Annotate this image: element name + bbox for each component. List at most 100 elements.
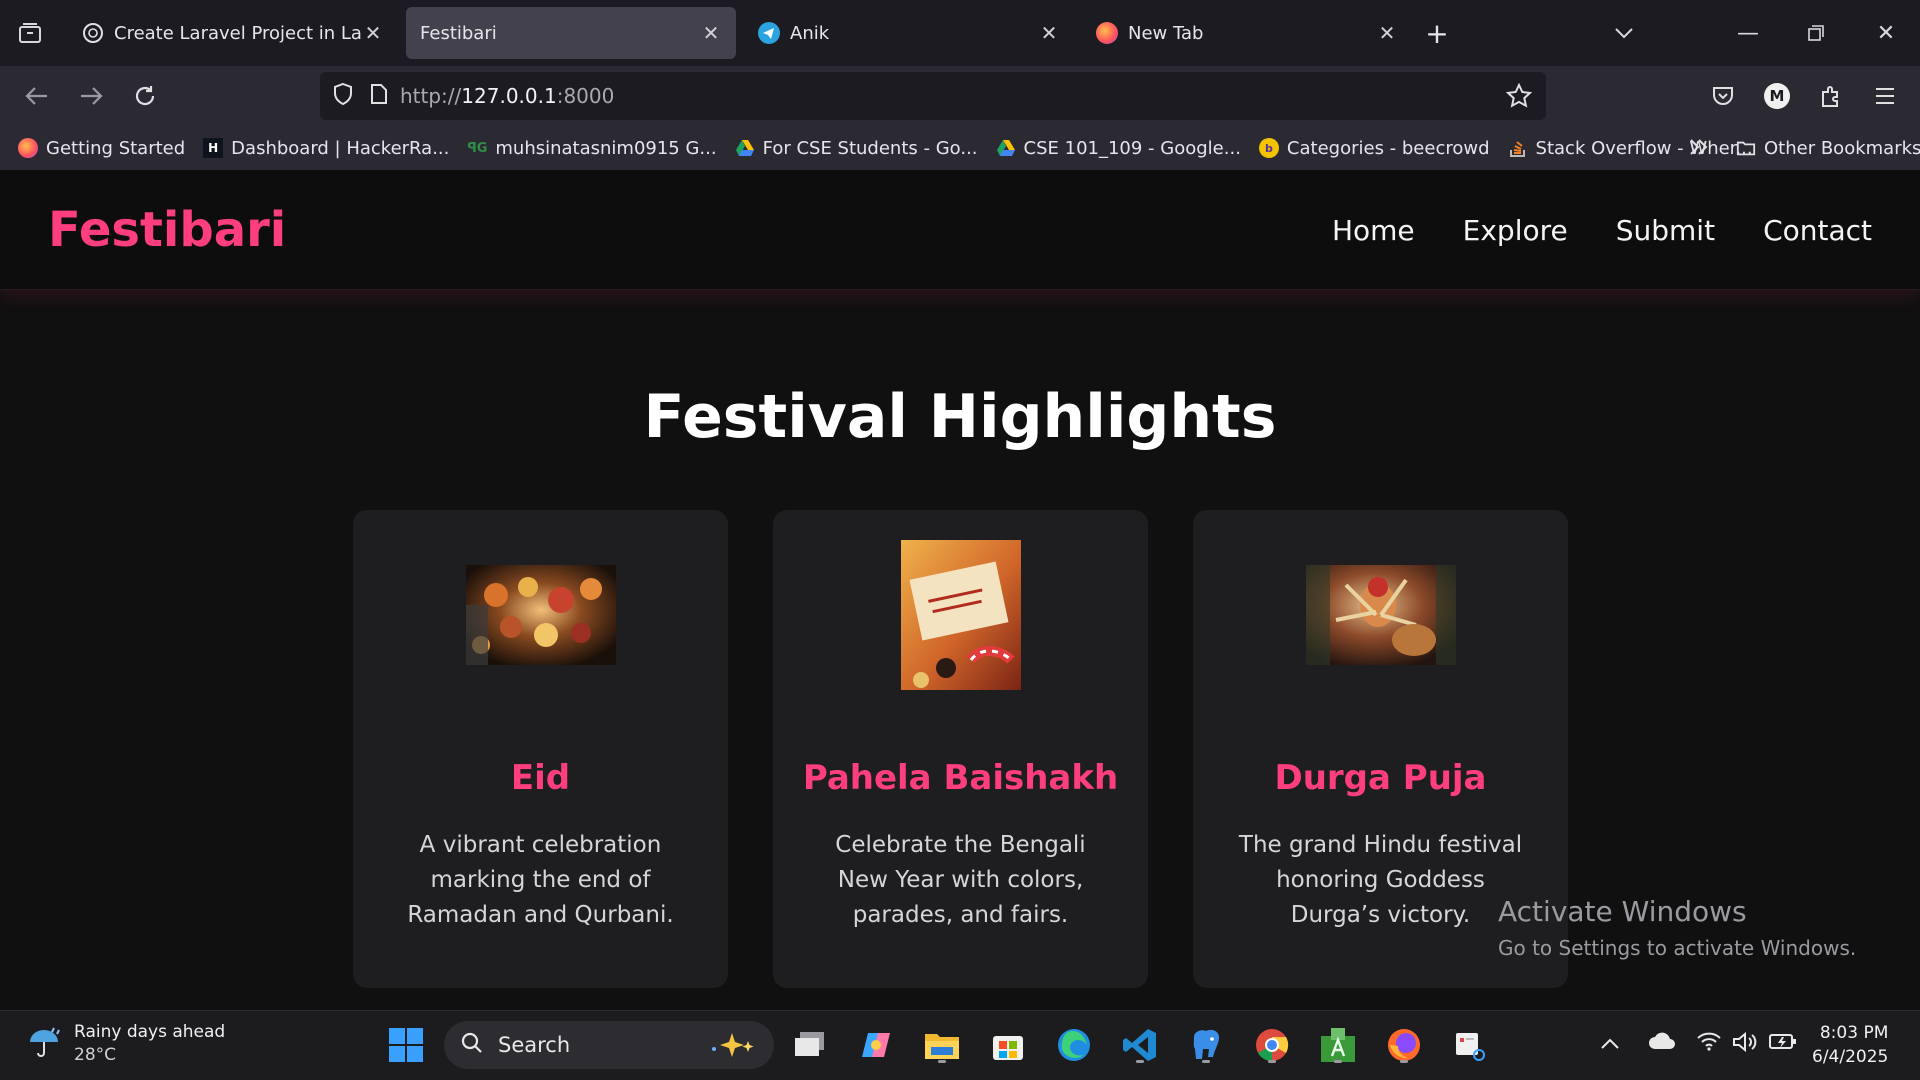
bookmark-cse-101[interactable]: CSE 101_109 - Google...: [996, 138, 1241, 159]
running-indicator: [1136, 1060, 1144, 1063]
bookmark-label: Dashboard | HackerRa...: [231, 137, 450, 159]
more-bookmarks-chevron-icon[interactable]: [1688, 136, 1710, 163]
running-indicator: [1202, 1060, 1210, 1063]
bookmark-for-cse-students[interactable]: For CSE Students - Go...: [735, 138, 978, 159]
hamburger-menu-icon[interactable]: [1858, 66, 1912, 126]
extensions-puzzle-icon[interactable]: [1804, 66, 1858, 126]
edge-icon[interactable]: [1052, 1023, 1096, 1067]
tab-title: Festibari: [420, 22, 497, 44]
tab-title: New Tab: [1128, 22, 1204, 44]
url-bar[interactable]: http://127.0.0.1:8000: [320, 72, 1546, 120]
gfg-icon: ꟼG: [467, 140, 488, 156]
pahela-baishakh-image: [773, 540, 1148, 690]
postgresql-elephant-icon[interactable]: [1184, 1023, 1228, 1067]
tab-create-laravel-project[interactable]: Create Laravel Project in Larago ✕: [68, 7, 398, 59]
new-tab-button[interactable]: +: [1412, 8, 1462, 58]
restore-icon[interactable]: [1782, 0, 1850, 66]
bookmark-gfg[interactable]: ꟼG muhsinatasnim0915 G...: [467, 138, 716, 159]
copilot-icon[interactable]: [854, 1023, 898, 1067]
show-hidden-icons-chevron[interactable]: [1600, 1031, 1620, 1055]
bookmark-star-icon[interactable]: [1505, 82, 1533, 113]
url-host: 127.0.0.1: [461, 84, 557, 108]
url-port: :8000: [556, 84, 615, 108]
chrome-icon[interactable]: [1250, 1023, 1294, 1067]
url-text[interactable]: http://127.0.0.1:8000: [400, 84, 614, 108]
bookmark-label: Stack Overflow - Wher...: [1535, 137, 1753, 159]
festival-card-eid[interactable]: Eid A vibrant celebration marking the en…: [353, 510, 728, 988]
file-explorer-icon[interactable]: [920, 1023, 964, 1067]
tab-festibari[interactable]: Festibari ✕: [406, 7, 736, 59]
web-page: Festibari Home Explore Submit Contact Fe…: [0, 170, 1920, 1010]
tab-anik[interactable]: Anik ✕: [744, 7, 1074, 59]
list-all-tabs-icon[interactable]: [1590, 0, 1658, 66]
wifi-icon[interactable]: [1696, 1031, 1722, 1056]
nav-link-home[interactable]: Home: [1332, 214, 1415, 247]
windows-start-icon[interactable]: [384, 1023, 428, 1067]
bookmark-stack-overflow[interactable]: Stack Overflow - Wher...: [1508, 138, 1753, 159]
site-logo[interactable]: Festibari: [48, 202, 286, 258]
bookmarks-toolbar: Getting Started H Dashboard | HackerRa..…: [0, 126, 1920, 170]
running-indicator: [1400, 1060, 1408, 1063]
close-tab-icon[interactable]: ✕: [700, 21, 722, 45]
card-description: The grand Hindu festival honoring Goddes…: [1238, 832, 1523, 928]
eid-image: [353, 540, 728, 690]
taskbar-search[interactable]: Search: [444, 1021, 774, 1069]
site-nav: Home Explore Submit Contact: [1284, 214, 1872, 247]
laragon-icon[interactable]: [1316, 1023, 1360, 1067]
close-tab-icon[interactable]: ✕: [362, 21, 384, 45]
umbrella-rain-icon: [26, 1024, 62, 1064]
nav-link-submit[interactable]: Submit: [1616, 214, 1715, 247]
search-icon: [460, 1031, 484, 1060]
weather-title: Rainy days ahead: [74, 1022, 226, 1042]
running-indicator: [1268, 1060, 1276, 1063]
url-prefix: http://: [400, 84, 462, 108]
activate-windows-watermark: Activate Windows Go to Settings to activ…: [1498, 895, 1856, 960]
task-view-icon[interactable]: [788, 1023, 832, 1067]
page-info-icon[interactable]: [370, 83, 388, 109]
tracking-protection-shield-icon[interactable]: [332, 82, 354, 110]
other-bookmarks-folder[interactable]: Other Bookmarks: [1736, 138, 1920, 159]
volume-icon[interactable]: [1732, 1031, 1758, 1058]
bookmark-getting-started[interactable]: Getting Started: [18, 138, 185, 159]
battery-charging-icon[interactable]: [1768, 1031, 1798, 1056]
pocket-icon[interactable]: [1696, 66, 1750, 126]
tab-title: Create Laravel Project in Larago: [114, 22, 362, 44]
minimize-icon[interactable]: —: [1714, 0, 1782, 66]
folder-icon: [1736, 138, 1756, 158]
durga-puja-image: [1193, 540, 1568, 690]
back-arrow-icon[interactable]: [10, 66, 64, 126]
snipping-tool-icon[interactable]: [1448, 1023, 1492, 1067]
bookmark-label: Categories - beecrowd: [1286, 137, 1490, 159]
bookmark-label: For CSE Students - Go...: [762, 137, 978, 159]
nav-link-explore[interactable]: Explore: [1463, 214, 1568, 247]
nav-link-contact[interactable]: Contact: [1763, 214, 1872, 247]
tab-list-icon[interactable]: [0, 0, 60, 66]
weather-widget[interactable]: Rainy days ahead 28°C: [26, 1021, 225, 1067]
close-window-icon[interactable]: ✕: [1852, 0, 1920, 66]
vscode-icon[interactable]: [1118, 1023, 1162, 1067]
bookmark-label: muhsinatasnim0915 G...: [495, 137, 717, 159]
taskbar-clock[interactable]: 8:03 PM 6/4/2025: [1812, 1021, 1888, 1069]
running-indicator: [938, 1060, 946, 1063]
google-drive-icon: [735, 138, 755, 158]
close-tab-icon[interactable]: ✕: [1376, 21, 1398, 45]
festival-card-pahela-baishakh[interactable]: Pahela Baishakh Celebrate the Bengali Ne…: [773, 510, 1148, 988]
reload-icon[interactable]: [118, 66, 172, 126]
firefox-icon: [1096, 22, 1118, 44]
firefox-icon: [18, 138, 38, 158]
onedrive-cloud-icon[interactable]: [1648, 1031, 1676, 1055]
forward-arrow-icon[interactable]: [64, 66, 118, 126]
copilot-sparkle-icon: [706, 1031, 758, 1064]
tab-new-tab[interactable]: New Tab ✕: [1082, 7, 1412, 59]
site-header: Festibari Home Explore Submit Contact: [0, 170, 1920, 290]
bookmark-hackerrank[interactable]: H Dashboard | HackerRa...: [203, 138, 449, 159]
bookmark-label: Other Bookmarks: [1764, 137, 1920, 159]
google-drive-icon: [996, 138, 1016, 158]
microsoft-store-icon[interactable]: [986, 1023, 1030, 1067]
account-avatar-icon[interactable]: M: [1750, 66, 1804, 126]
firefox-taskbar-icon[interactable]: [1382, 1023, 1426, 1067]
bookmark-beecrowd[interactable]: b Categories - beecrowd: [1258, 137, 1490, 159]
bookmark-label: Getting Started: [46, 137, 186, 159]
close-tab-icon[interactable]: ✕: [1038, 21, 1060, 45]
card-description: Celebrate the Bengali New Year with colo…: [835, 832, 1086, 928]
